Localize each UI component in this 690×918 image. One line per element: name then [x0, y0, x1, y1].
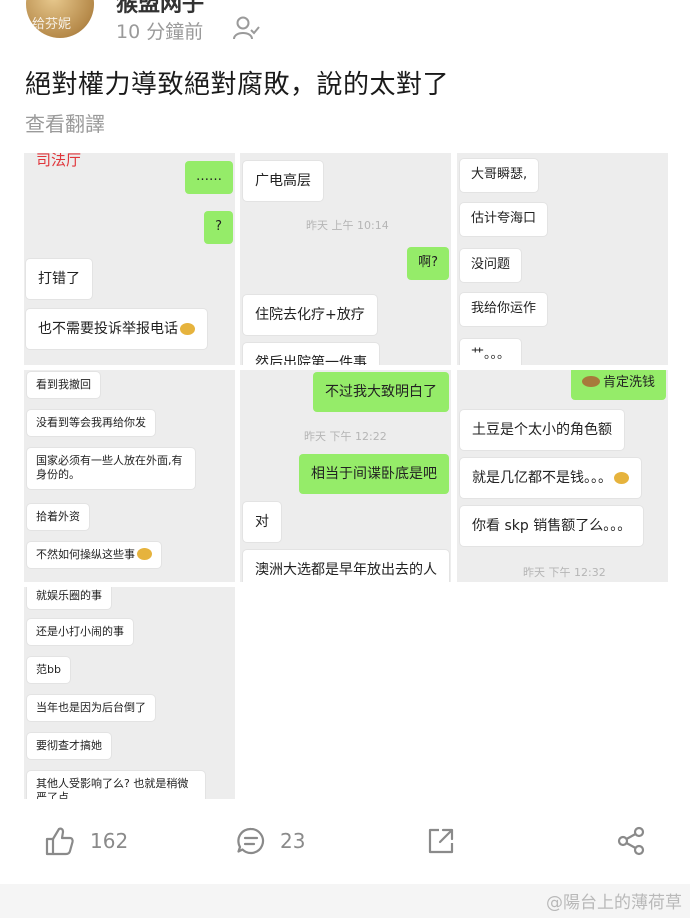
image-grid[interactable]: 司法厅 …… ? 打错了 也不需要投诉举报电话 广电高层 昨天 上午 10:14… — [24, 153, 668, 799]
chat-bubble: 肯定洗钱 — [570, 370, 666, 400]
chat-screenshot-2[interactable]: 广电高层 昨天 上午 10:14 啊? 住院去化疗+放疗 然后出院第一件事 — [240, 153, 451, 365]
thumbs-up-icon — [45, 827, 74, 856]
chat-bubble: 其他人受影响了么? 也就是稍微严了点 — [27, 771, 205, 799]
chat-screenshot-4[interactable]: 看到我撤回 没看到等会我再给你发 国家必须有一些人放在外面,有身份的。 拾着外资… — [24, 370, 235, 582]
emoji-icon — [180, 323, 195, 335]
chat-timestamp: 昨天 下午 12:32 — [523, 566, 606, 579]
chat-bubble-text: 不然如何操纵这些事 — [36, 548, 135, 561]
chat-bubble: 不然如何操纵这些事 — [27, 542, 161, 569]
post-time: 10 分鐘前 — [116, 21, 204, 43]
emoji-icon — [137, 548, 152, 560]
chat-screenshot-3[interactable]: 大哥瞬瑟, 估计夸海口 没问题 我给你运作 艹。。。 — [457, 153, 668, 365]
translate-link[interactable]: 查看翻譯 — [25, 108, 105, 137]
chat-bubble: 范bb — [27, 657, 70, 684]
chat-bubble: 艹。。。 — [460, 339, 522, 365]
chat-screenshot-6[interactable]: 肯定洗钱 土豆是个太小的角色额 就是几亿都不是钱。。。 你看 skp 销售额了么… — [457, 370, 668, 582]
chat-bubble: …… — [185, 161, 233, 194]
chat-bubble: 也不需要投诉举报电话 — [26, 309, 207, 350]
chat-screenshot-7[interactable]: 就娱乐圈的事 还是小打小闹的事 范bb 当年也是因为后台倒了 要彻查才搞她 其他… — [24, 587, 235, 799]
action-bar: 162 23 — [0, 813, 690, 869]
chat-bubble: 国家必须有一些人放在外面,有身份的。 — [27, 448, 195, 489]
share-button[interactable] — [616, 813, 646, 869]
like-count: 162 — [90, 829, 129, 853]
post-text: 絕對權力導致絕對腐敗，說的太對了 — [25, 70, 450, 100]
chat-header: 司法厅 — [36, 153, 82, 169]
chat-bubble: 对 — [243, 502, 281, 543]
chat-bubble: 就娱乐圈的事 — [27, 587, 111, 610]
chat-bubble: 大哥瞬瑟, — [460, 159, 539, 192]
comment-icon — [237, 827, 265, 855]
like-button[interactable]: 162 — [44, 813, 128, 869]
author-name[interactable]: 猴盟网子 — [116, 0, 204, 18]
watermark: @陽台上的薄荷草 — [546, 893, 682, 913]
chat-bubble: 啊? — [407, 247, 449, 280]
chat-bubble: 还是小打小闹的事 — [27, 619, 133, 646]
chat-bubble: 当年也是因为后台倒了 — [27, 695, 155, 722]
comment-button[interactable]: 23 — [236, 813, 305, 869]
chat-bubble: 就是几亿都不是钱。。。 — [460, 458, 641, 499]
chat-screenshot-1[interactable]: 司法厅 …… ? 打错了 也不需要投诉举报电话 — [24, 153, 235, 365]
chat-timestamp: 昨天 下午 12:22 — [304, 430, 387, 443]
chat-bubble: 没看到等会我再给你发 — [27, 410, 155, 437]
chat-bubble-text: 肯定洗钱 — [602, 375, 655, 390]
chat-bubble: 要彻查才搞她 — [27, 733, 111, 760]
follow-user-icon[interactable] — [232, 15, 260, 41]
chat-bubble-text: 也不需要投诉举报电话 — [38, 321, 178, 337]
chat-bubble: 打错了 — [26, 259, 92, 300]
chat-bubble: 估计夸海口 — [460, 203, 548, 236]
emoji-icon — [614, 472, 629, 484]
chat-bubble: 你看 skp 销售额了么。。。 — [460, 506, 644, 547]
share-external-button[interactable] — [426, 813, 456, 869]
comment-count: 23 — [280, 829, 306, 853]
avatar[interactable]: 给芬妮 — [26, 0, 94, 38]
potato-emoji-icon — [581, 376, 600, 387]
chat-bubble: 拾着外资 — [27, 504, 89, 531]
chat-bubble: 我给你运作 — [460, 293, 548, 326]
share-icon — [617, 826, 645, 856]
chat-bubble: 看到我撤回 — [27, 372, 100, 399]
chat-bubble: ? — [204, 211, 233, 244]
chat-bubble: 广电高层 — [243, 161, 323, 202]
chat-bubble: 住院去化疗+放疗 — [243, 295, 377, 336]
chat-timestamp: 昨天 上午 10:14 — [306, 219, 389, 232]
chat-bubble: 没问题 — [460, 249, 522, 282]
chat-screenshot-5[interactable]: 不过我大致明白了 昨天 下午 12:22 相当于间谍卧底是吧 对 澳洲大选都是早… — [240, 370, 451, 582]
chat-bubble: 相当于间谍卧底是吧 — [299, 454, 449, 495]
avatar-text: 给芬妮 — [32, 17, 72, 32]
chat-bubble: 然后出院第一件事 — [243, 343, 379, 365]
chat-bubble: 澳洲大选都是早年放出去的人 — [243, 550, 449, 582]
chat-bubble: 不过我大致明白了 — [313, 372, 449, 413]
share-arrow-icon — [428, 828, 454, 854]
chat-bubble-text: 就是几亿都不是钱。。。 — [472, 470, 612, 486]
chat-bubble: 土豆是个太小的角色额 — [460, 410, 624, 451]
